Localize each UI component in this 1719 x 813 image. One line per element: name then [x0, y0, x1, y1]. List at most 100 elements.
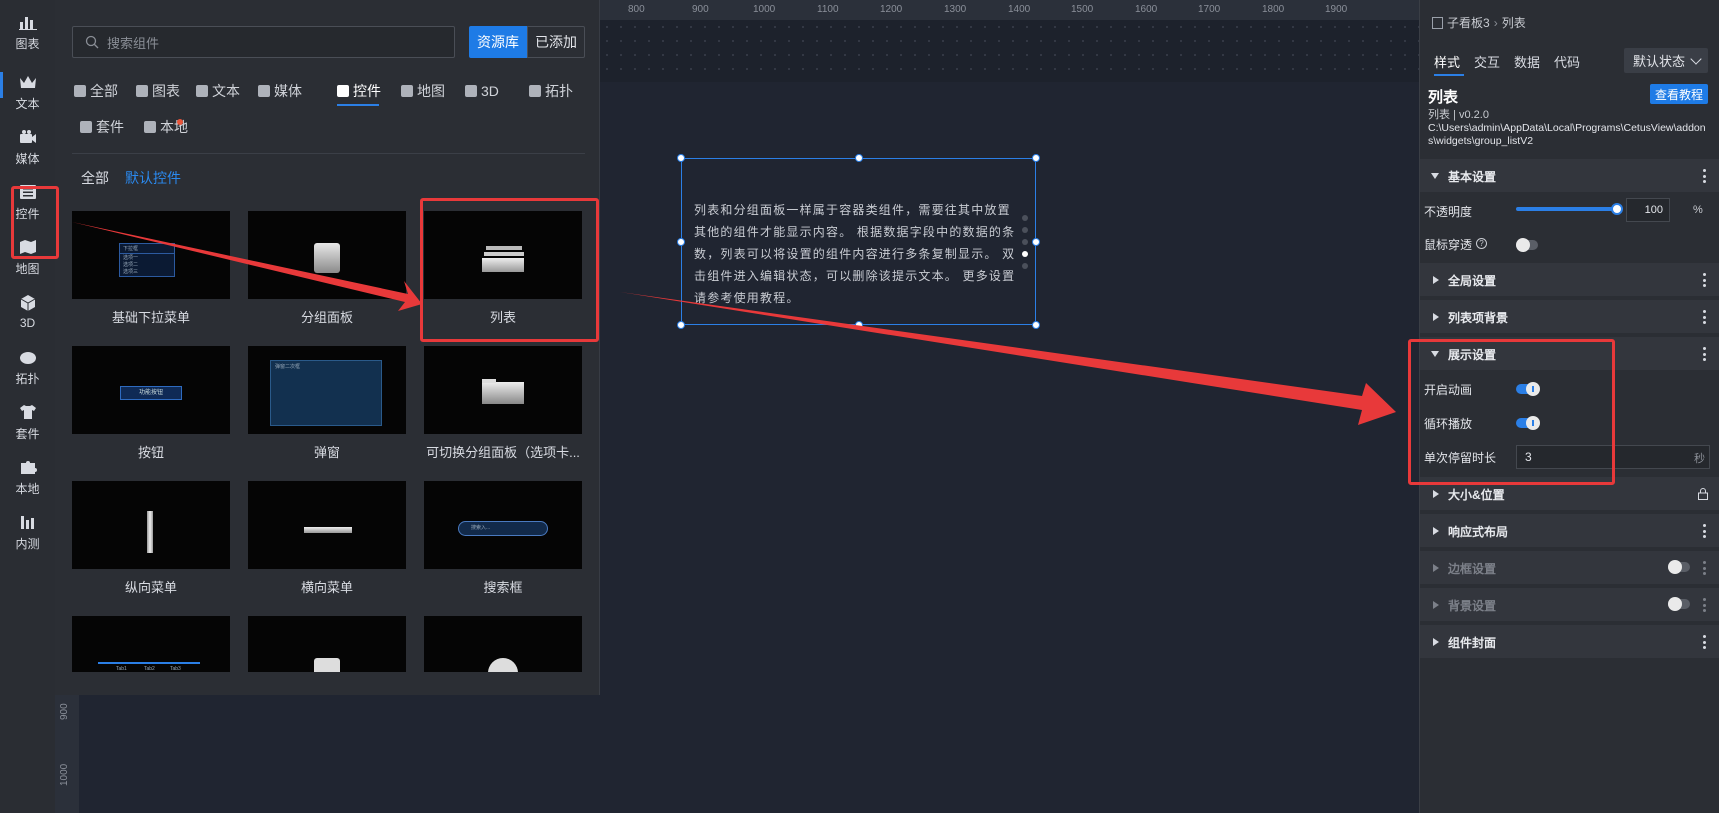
card-label: 基础下拉菜单	[111, 310, 190, 325]
opacity-slider-handle[interactable]	[1611, 203, 1623, 215]
more-vertical-icon[interactable]	[1703, 524, 1706, 538]
category-topology[interactable]: 拓扑	[529, 80, 573, 102]
breadcrumb-parent[interactable]: 子看板3	[1447, 14, 1490, 31]
rail-item-chart[interactable]: 图表	[0, 4, 55, 60]
list-widget-selected[interactable]: 列表和分组面板一样属于容器类组件，需要往其中放置其他的组件才能显示内容。 根据数…	[677, 154, 1040, 329]
view-tutorial-button[interactable]: 查看教程	[1650, 84, 1708, 104]
category-chart[interactable]: 图表	[136, 80, 180, 102]
section-border-settings[interactable]: 边框设置	[1420, 550, 1719, 584]
ruler-label: 1800	[1262, 4, 1285, 15]
top-ruler: 800 900 1000 1100 1200 1300 1400 1500 16…	[600, 0, 1419, 20]
section-list-item-background[interactable]: 列表项背景	[1420, 299, 1719, 333]
resource-library-button[interactable]: 资源库	[469, 26, 527, 58]
chevron-right-icon: ›	[1493, 15, 1498, 30]
opacity-input[interactable]: 100	[1626, 198, 1670, 222]
horizontal-menu-preview	[304, 527, 352, 533]
rail-item-3d[interactable]: 3D	[0, 284, 55, 340]
mouse-through-toggle[interactable]	[1516, 238, 1538, 252]
category-text[interactable]: 文本	[196, 80, 240, 102]
more-vertical-icon[interactable]	[1703, 273, 1706, 287]
tab-interaction[interactable]: 交互	[1474, 52, 1500, 71]
subfilter-all[interactable]: 全部	[81, 168, 109, 188]
card-tab-group-panel[interactable]	[424, 346, 582, 434]
category-media[interactable]: 媒体	[258, 80, 302, 102]
rail-item-text[interactable]: 文本	[0, 64, 55, 120]
card-widget[interactable]	[248, 616, 406, 672]
ruler-label: 1600	[1135, 4, 1158, 15]
section-background-settings[interactable]: 背景设置	[1420, 587, 1719, 621]
left-rail: 图表 文本 媒体 控件 地图 3D 拓扑 套件 本地 内测	[0, 0, 55, 813]
tab-style[interactable]: 样式	[1434, 52, 1460, 71]
search-input[interactable]: 搜索组件	[72, 26, 455, 58]
more-vertical-icon[interactable]	[1703, 561, 1706, 575]
annotation-box-controls	[11, 186, 59, 259]
breadcrumb: 子看板3 › 列表	[1432, 14, 1526, 31]
resize-handle[interactable]	[1032, 238, 1040, 246]
tab-data[interactable]: 数据	[1514, 52, 1540, 71]
ruler-label: 900	[692, 4, 709, 15]
ruler-label: 1100	[817, 4, 839, 15]
resize-handle[interactable]	[677, 238, 685, 246]
preview-text: Tab3	[170, 666, 181, 672]
section-global-settings[interactable]: 全局设置	[1420, 262, 1719, 296]
active-tab-underline	[1434, 74, 1464, 76]
caret-down-icon	[1431, 173, 1439, 179]
rail-item-topology[interactable]: 拓扑	[0, 339, 55, 395]
card-label: 弹窗	[313, 445, 340, 460]
lock-icon[interactable]	[1698, 487, 1708, 500]
card-group-panel[interactable]	[248, 211, 406, 299]
rail-item-beta[interactable]: 内测	[0, 504, 55, 560]
category-all[interactable]: 全部	[74, 80, 118, 102]
card-button[interactable]: 功能按钮	[72, 346, 230, 434]
resize-handle[interactable]	[1032, 154, 1040, 162]
tab-panel-preview-tab	[482, 379, 496, 383]
help-icon[interactable]: ?	[1476, 238, 1487, 249]
crown-icon	[196, 85, 208, 97]
tab-code[interactable]: 代码	[1554, 52, 1580, 71]
preview-text: 弹窗二次框	[275, 364, 301, 370]
section-responsive-layout[interactable]: 响应式布局	[1420, 513, 1719, 547]
resize-handle[interactable]	[855, 154, 863, 162]
opacity-slider[interactable]	[1516, 207, 1616, 211]
section-basic-settings[interactable]: 基本设置	[1420, 158, 1719, 192]
category-map[interactable]: 地图	[401, 80, 445, 102]
border-toggle[interactable]	[1668, 560, 1690, 574]
section-component-cover[interactable]: 组件封面	[1420, 624, 1719, 658]
rail-item-media[interactable]: 媒体	[0, 119, 55, 175]
more-vertical-icon[interactable]	[1703, 347, 1706, 361]
category-label: 拓扑	[545, 83, 573, 99]
card-basic-dropdown[interactable]: 下拉框 选项一 选项二 选项三	[72, 211, 230, 299]
card-slider[interactable]: Tab1 Tab2 Tab3	[72, 616, 230, 672]
category-controls[interactable]: 控件	[337, 80, 381, 102]
more-vertical-icon[interactable]	[1703, 598, 1706, 612]
card-horizontal-menu[interactable]	[248, 481, 406, 569]
more-vertical-icon[interactable]	[1703, 310, 1706, 324]
card-search-box[interactable]: 搜索入...	[424, 481, 582, 569]
resize-handle[interactable]	[677, 154, 685, 162]
rail-item-kit[interactable]: 套件	[0, 394, 55, 450]
ruler-label: 1000	[753, 4, 776, 15]
rail-item-label: 拓扑	[15, 371, 40, 386]
category-3d[interactable]: 3D	[465, 80, 499, 102]
shirt-icon	[18, 403, 38, 421]
card-vertical-menu[interactable]	[72, 481, 230, 569]
preview-text: Tab2	[144, 666, 155, 672]
rail-item-local[interactable]: 本地	[0, 449, 55, 505]
card-cloud[interactable]	[424, 616, 582, 672]
state-dropdown[interactable]: 默认状态	[1624, 48, 1708, 73]
resize-handle[interactable]	[1032, 321, 1040, 329]
state-dropdown-value: 默认状态	[1633, 54, 1686, 69]
added-button[interactable]: 已添加	[527, 26, 585, 58]
more-vertical-icon[interactable]	[1703, 169, 1706, 183]
background-toggle[interactable]	[1668, 597, 1690, 611]
resize-handle[interactable]	[677, 321, 685, 329]
more-vertical-icon[interactable]	[1703, 635, 1706, 649]
subfilter-default-controls[interactable]: 默认控件	[125, 168, 181, 188]
resize-handle[interactable]	[855, 321, 863, 329]
slider-preview	[98, 662, 200, 664]
puzzle-icon	[18, 458, 38, 476]
search-box-preview: 搜索入...	[458, 521, 548, 536]
category-kit[interactable]: 套件	[80, 116, 124, 138]
card-popup[interactable]: 弹窗二次框	[248, 346, 406, 434]
rail-item-label: 地图	[15, 261, 40, 276]
